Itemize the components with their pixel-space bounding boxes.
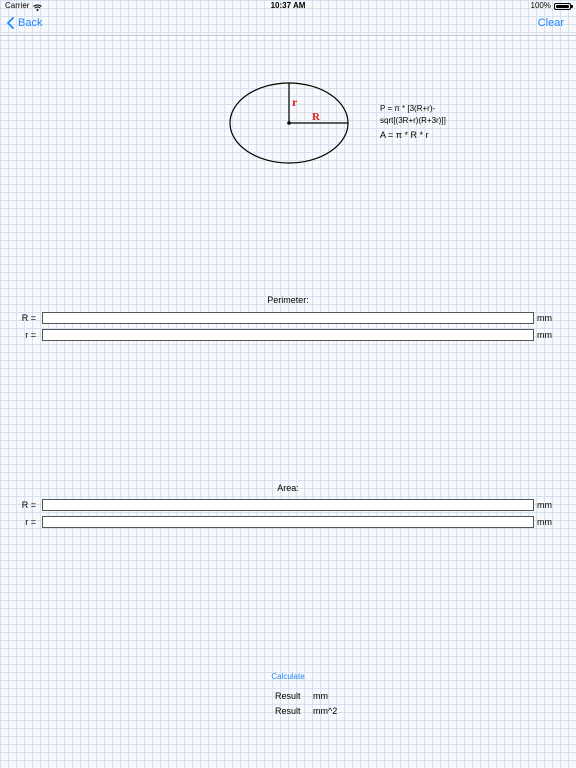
area-formula: A = π * R * r	[380, 130, 429, 140]
perimeter-r-unit: mm	[537, 330, 552, 340]
navigation-bar: Back Clear	[0, 12, 576, 36]
perimeter-r-input[interactable]	[42, 329, 534, 341]
area-title: Area:	[277, 483, 299, 493]
area-r-unit: mm	[537, 517, 552, 527]
calculate-button[interactable]: Calculate	[0, 672, 576, 681]
area-r-label: r =	[25, 517, 36, 527]
area-R-unit: mm	[537, 500, 552, 510]
ellipse-diagram: r R	[229, 82, 349, 164]
battery-nub	[571, 5, 573, 8]
status-time: 10:37 AM	[270, 1, 306, 10]
battery-fill	[556, 4, 569, 8]
perimeter-result-unit: mm	[313, 691, 328, 701]
chevron-left-icon	[7, 17, 14, 29]
perimeter-result-label: Result	[275, 691, 301, 701]
status-bar: Carrier 10:37 AM 100%	[0, 0, 576, 12]
area-R-label: R =	[21, 500, 36, 510]
clear-button[interactable]: Clear	[538, 17, 564, 29]
area-result-unit: mm^2	[313, 706, 338, 716]
center-point	[287, 121, 291, 125]
battery-percent: 100%	[530, 1, 551, 10]
perimeter-R-unit: mm	[537, 313, 552, 323]
small-radius-label: r	[292, 95, 298, 109]
area-R-input[interactable]	[42, 499, 534, 511]
large-radius-label: R	[312, 111, 321, 123]
back-label: Back	[18, 17, 43, 29]
perimeter-formula-line2: sqrt[(3R+r)(R+3r)]]	[380, 116, 446, 125]
area-result-label: Result	[275, 706, 301, 716]
battery-icon	[554, 2, 573, 10]
perimeter-title: Perimeter:	[267, 295, 309, 305]
back-button[interactable]: Back	[7, 17, 42, 29]
perimeter-formula-line1: P = π * [3(R+r)-	[380, 104, 436, 113]
perimeter-r-label: r =	[25, 330, 36, 340]
area-r-input[interactable]	[42, 516, 534, 528]
status-right: 100%	[530, 0, 573, 12]
perimeter-R-input[interactable]	[42, 312, 534, 324]
perimeter-R-label: R =	[21, 313, 36, 323]
